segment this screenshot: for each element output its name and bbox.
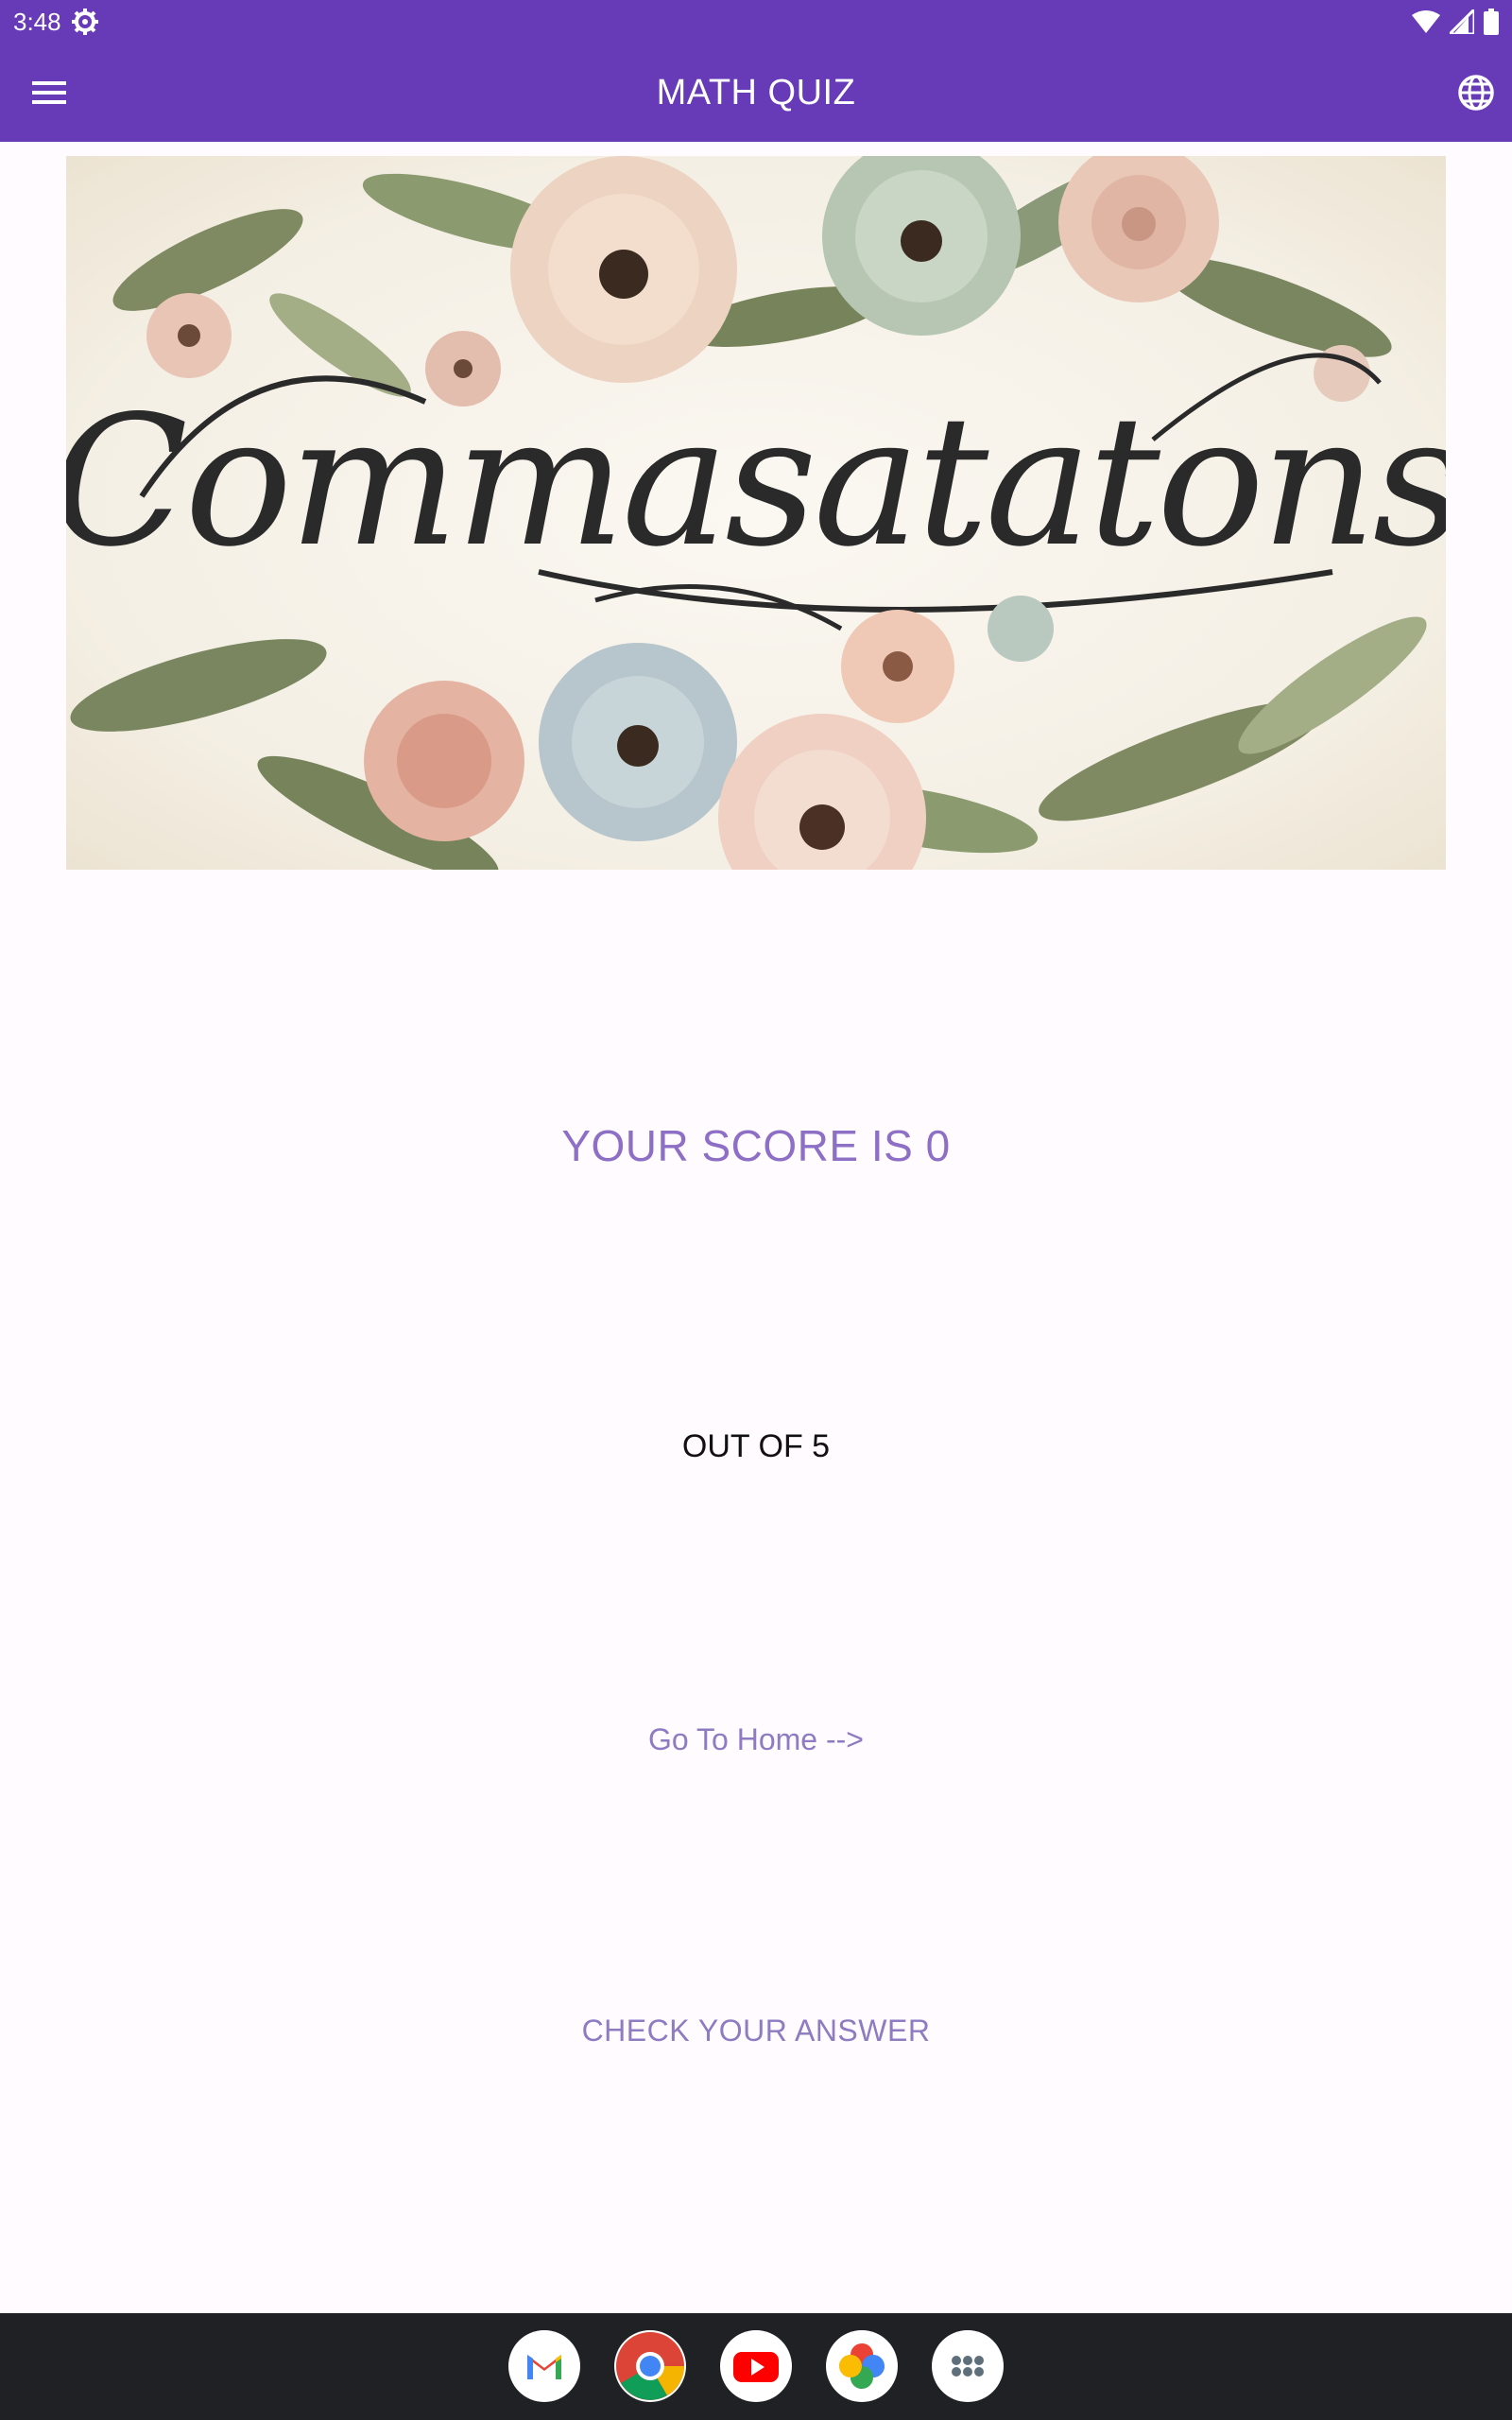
check-your-answer-button[interactable]: CHECK YOUR ANSWER <box>529 2004 983 2057</box>
globe-icon[interactable] <box>1455 72 1497 113</box>
settings-gear-icon <box>72 9 98 35</box>
chrome-icon[interactable] <box>614 2330 686 2402</box>
out-of-text: OUT OF 5 <box>681 1428 831 1464</box>
congratulations-banner-image: Commasatatons <box>66 156 1446 870</box>
photos-icon[interactable] <box>826 2330 898 2402</box>
floral-decoration-top <box>112 156 1392 406</box>
app-dock <box>0 2313 1512 2420</box>
score-text: YOUR SCORE IS 0 <box>561 1121 951 1170</box>
banner-script-text: Commasatatons <box>66 377 1446 586</box>
wifi-icon <box>1412 10 1440 33</box>
status-time: 3:48 <box>13 8 61 36</box>
page-title: MATH QUIZ <box>656 73 856 112</box>
gmail-icon[interactable] <box>508 2330 580 2402</box>
status-bar: 3:48 <box>0 0 1512 43</box>
app-bar: MATH QUIZ <box>0 43 1512 142</box>
go-to-home-link[interactable]: Go To Home --> <box>586 1716 926 1763</box>
app-drawer-icon[interactable] <box>932 2330 1004 2402</box>
floral-decoration-bottom <box>70 596 1427 870</box>
youtube-icon[interactable] <box>720 2330 792 2402</box>
cell-signal-icon <box>1450 9 1474 34</box>
battery-icon <box>1484 9 1499 35</box>
